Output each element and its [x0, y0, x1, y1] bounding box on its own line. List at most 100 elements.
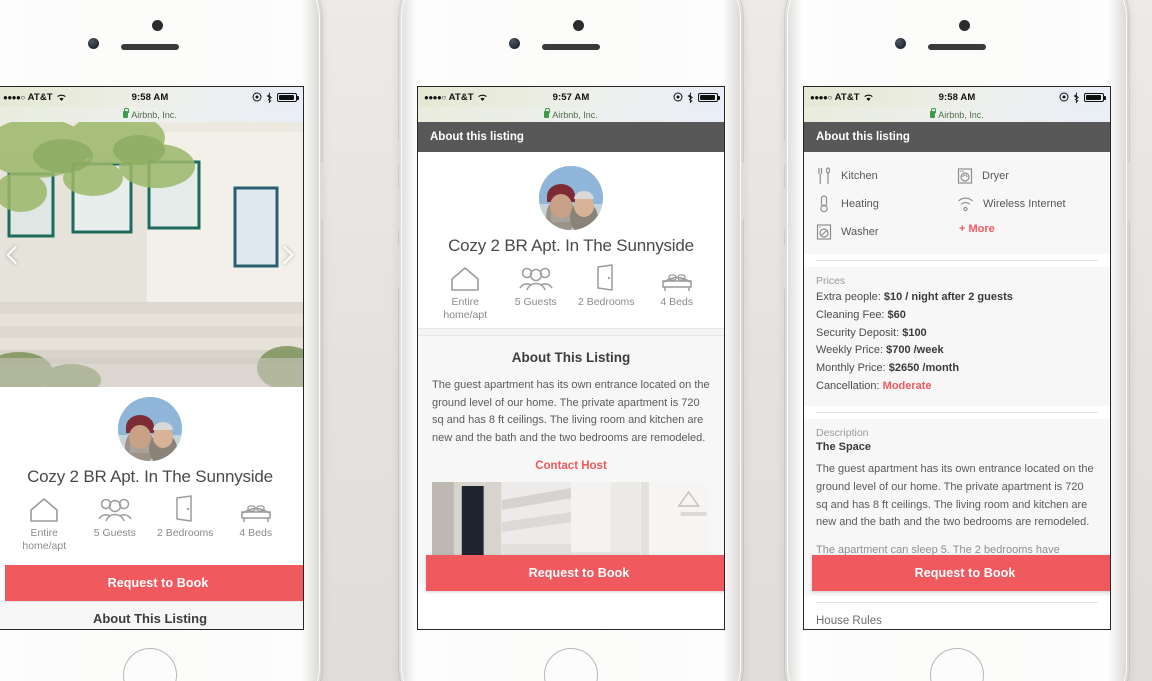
- rotation-lock-icon: [1059, 92, 1069, 102]
- screenshot-stage: ●●●●○ AT&T 9:58 AM Airbnb, Inc. Cozy 2 B…: [0, 0, 1152, 681]
- beds-icon: [642, 262, 713, 292]
- fact-bedrooms: 2 Bedrooms: [150, 493, 221, 540]
- price-row-extra-people: Extra people: $10 / night after 2 guests: [816, 289, 1098, 307]
- price-row-weekly-price: Weekly Price: $700 /week: [816, 342, 1098, 360]
- listing-title: Cozy 2 BR Apt. In The Sunnyside: [448, 236, 694, 255]
- dryer-icon: [957, 167, 973, 185]
- divider: [816, 260, 1098, 261]
- amenity-label: Washer: [841, 226, 879, 238]
- fact-label: Entire home/apt: [443, 295, 488, 321]
- ssl-label: Airbnb, Inc.: [938, 109, 984, 120]
- power-button[interactable]: [320, 162, 323, 220]
- request-to-book-button[interactable]: Request to Book: [812, 555, 1110, 591]
- ssl-label: Airbnb, Inc.: [131, 109, 177, 120]
- iphone-device-2: ●●●●○ AT&T 9:57 AM Airbnb, Inc. About th…: [398, 0, 744, 681]
- fact-entire-home: Entire home/apt: [9, 493, 80, 553]
- section-divider: [418, 327, 724, 336]
- volume-up-button[interactable]: [398, 187, 401, 231]
- amenity-label: Dryer: [982, 170, 1009, 182]
- ssl-label: Airbnb, Inc.: [552, 109, 598, 120]
- wifi-icon: [56, 93, 67, 102]
- signal-dots-icon: ●●●●○: [424, 92, 446, 102]
- power-button[interactable]: [741, 162, 744, 220]
- price-value: $100: [902, 326, 927, 339]
- request-to-book-button[interactable]: Request to Book: [426, 555, 724, 591]
- proximity-sensor: [152, 20, 163, 31]
- price-label: Cleaning Fee:: [816, 308, 888, 321]
- clock-label: 9:57 AM: [552, 91, 590, 103]
- price-row-security-deposit: Security Deposit: $100: [816, 325, 1098, 343]
- host-avatar[interactable]: [118, 397, 182, 461]
- about-this-listing-section: About This Listing The guest apartment h…: [418, 335, 724, 585]
- front-camera: [88, 38, 99, 49]
- photo-carousel[interactable]: [0, 122, 303, 387]
- earpiece-speaker: [121, 44, 179, 50]
- fact-label: 2 Bedrooms: [577, 295, 635, 308]
- listing-summary: Cozy 2 BR Apt. In The Sunnyside Entire h…: [0, 387, 303, 559]
- contact-host-link[interactable]: Contact Host: [432, 460, 710, 472]
- volume-down-button[interactable]: [784, 245, 787, 289]
- request-to-book-button[interactable]: Request to Book: [5, 564, 303, 601]
- divider: [816, 601, 1098, 603]
- home-button[interactable]: [123, 648, 177, 681]
- carrier-label: AT&T: [448, 91, 474, 103]
- amenity-heating: Heating: [816, 190, 957, 218]
- proximity-sensor: [573, 20, 584, 31]
- prices-section: Prices Extra people: $10 / night after 2…: [804, 267, 1110, 406]
- mute-switch[interactable]: [784, 140, 787, 166]
- about-this-listing-link[interactable]: About This Listing: [0, 600, 303, 629]
- price-row-cancellation: Cancellation: Moderate: [816, 378, 1098, 396]
- status-bar: ●●●●○ AT&T 9:58 AM: [0, 87, 303, 107]
- more-amenities-link[interactable]: + More: [957, 218, 1098, 240]
- listing-summary: Cozy 2 BR Apt. In The Sunnyside Entire h…: [418, 152, 724, 328]
- guests-icon: [80, 493, 151, 523]
- washer-icon: [816, 223, 832, 241]
- amenity-kitchen: Kitchen: [816, 162, 957, 190]
- bluetooth-icon: [266, 92, 273, 103]
- battery-icon: [1084, 92, 1106, 102]
- amenities-column-right: Dryer Wireless Internet + More: [957, 162, 1098, 246]
- thermometer-icon: [816, 195, 832, 213]
- description-subheading: The Space: [816, 440, 872, 453]
- power-button[interactable]: [1127, 162, 1130, 220]
- battery-icon: [277, 92, 299, 102]
- fact-label: 2 Bedrooms: [156, 526, 214, 539]
- navigation-bar: About this listing: [418, 122, 724, 152]
- rotation-lock-icon: [252, 92, 262, 102]
- navbar-title: About this listing: [816, 131, 910, 143]
- listing-facts: Entire home/apt 5 Guests 2 Bedrooms 4 Be…: [5, 493, 295, 553]
- bedrooms-icon: [150, 493, 221, 523]
- navigation-bar: About this listing: [804, 122, 1110, 152]
- bedrooms-icon: [571, 262, 642, 292]
- mute-switch[interactable]: [398, 140, 401, 166]
- bluetooth-icon: [687, 92, 694, 103]
- price-value: $60: [887, 308, 906, 321]
- amenity-label: Wireless Internet: [983, 198, 1066, 210]
- front-camera: [895, 38, 906, 49]
- front-camera: [509, 38, 520, 49]
- bluetooth-icon: [1073, 92, 1080, 103]
- amenity-dryer: Dryer: [957, 162, 1098, 190]
- price-label: Weekly Price:: [816, 344, 887, 357]
- fact-bedrooms: 2 Bedrooms: [571, 262, 642, 309]
- amenity-washer: Washer: [816, 218, 957, 246]
- fact-beds: 4 Beds: [221, 493, 292, 540]
- host-avatar[interactable]: [539, 166, 603, 230]
- price-label: Security Deposit:: [816, 326, 903, 339]
- signal-dots-icon: ●●●●○: [3, 92, 25, 102]
- price-row-monthly-price: Monthly Price: $2650 /month: [816, 360, 1098, 378]
- fact-label: 5 Guests: [93, 526, 136, 539]
- volume-up-button[interactable]: [784, 187, 787, 231]
- volume-down-button[interactable]: [398, 245, 401, 289]
- clock-label: 9:58 AM: [938, 91, 976, 103]
- home-button[interactable]: [930, 648, 984, 681]
- home-button[interactable]: [544, 648, 598, 681]
- lock-icon: [123, 108, 130, 118]
- guests-icon: [501, 262, 572, 292]
- amenities-column-left: Kitchen Heating Washer: [816, 162, 957, 246]
- ssl-bar: Airbnb, Inc.: [418, 107, 724, 122]
- fact-label: 4 Beds: [660, 295, 694, 308]
- fact-beds: 4 Beds: [642, 262, 713, 309]
- amenity-wireless-internet: Wireless Internet: [957, 190, 1098, 218]
- price-row-cleaning-fee: Cleaning Fee: $60: [816, 307, 1098, 325]
